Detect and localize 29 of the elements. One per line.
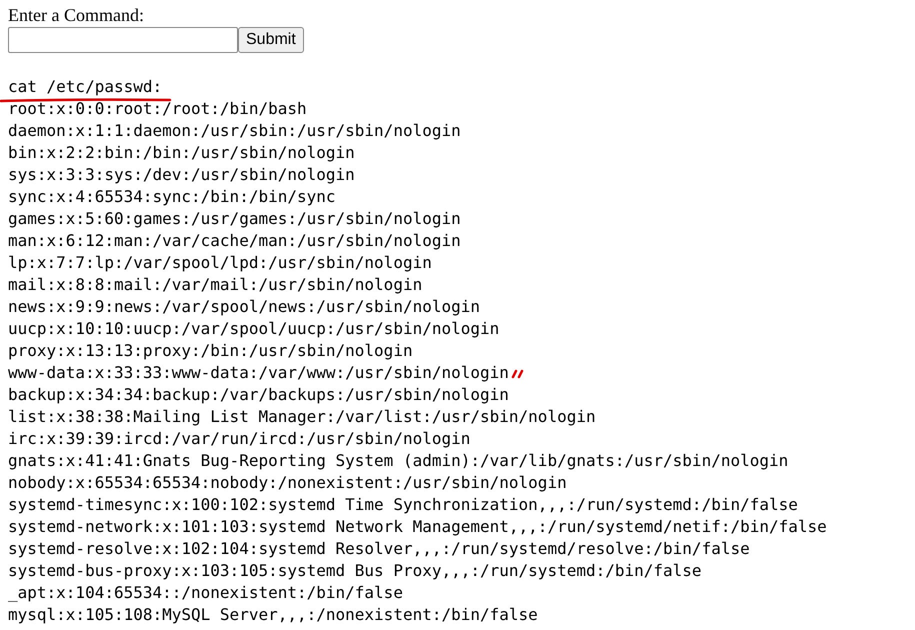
passwd-line: man:x:6:12:man:/var/cache/man:/usr/sbin/nologin — [8, 230, 461, 252]
passwd-line: irc:x:39:39:ircd:/var/run/ircd:/usr/sbin/nologin — [8, 428, 470, 450]
command-label: Enter a Command: — [8, 5, 144, 25]
passwd-line: sync:x:4:65534:sync:/bin:/bin/sync — [8, 186, 336, 208]
passwd-line: backup:x:34:34:backup:/var/backups:/usr/sbin/nologin — [8, 384, 509, 406]
passwd-line: root:x:0:0:root:/root:/bin/bash — [8, 98, 307, 120]
passwd-line: systemd-bus-proxy:x:103:105:systemd Bus Proxy,,,:/run/systemd:/bin/false — [8, 560, 702, 582]
passwd-line: uucp:x:10:10:uucp:/var/spool/uucp:/usr/sbin/nologin — [8, 318, 500, 340]
passwd-line: systemd-timesync:x:100:102:systemd Time Synchronization,,,:/run/systemd:/bin/false — [8, 494, 798, 516]
passwd-line: list:x:38:38:Mailing List Manager:/var/list:/usr/sbin/nologin — [8, 406, 596, 428]
passwd-line: lp:x:7:7:lp:/var/spool/lpd:/usr/sbin/nologin — [8, 252, 432, 274]
check-mark-annotation — [512, 370, 524, 378]
command-echo: cat /etc/passwd: — [8, 77, 162, 96]
passwd-line: _apt:x:104:65534::/nonexistent:/bin/false — [8, 582, 403, 604]
command-input[interactable] — [8, 27, 238, 53]
passwd-line: www-data:x:33:33:www-data:/var/www:/usr/sbin/nologin — [8, 362, 509, 384]
passwd-line: systemd-network:x:101:103:systemd Network Management,,,:/run/systemd/netif:/bin/false — [8, 516, 827, 538]
passwd-line: news:x:9:9:news:/var/spool/news:/usr/sbin/nologin — [8, 296, 480, 318]
submit-button[interactable]: Submit — [238, 27, 304, 53]
passwd-line: bin:x:2:2:bin:/bin:/usr/sbin/nologin — [8, 142, 355, 164]
passwd-line: nobody:x:65534:65534:nobody:/nonexistent:/usr/sbin/nologin — [8, 472, 567, 494]
passwd-line: games:x:5:60:games:/usr/games:/usr/sbin/nologin — [8, 208, 461, 230]
passwd-line: mail:x:8:8:mail:/var/mail:/usr/sbin/nologin — [8, 274, 422, 296]
passwd-line: gnats:x:41:41:Gnats Bug-Reporting System (admin):/var/lib/gnats:/usr/sbin/nologin — [8, 450, 788, 472]
passwd-line: mysql:x:105:108:MySQL Server,,,:/nonexistent:/bin/false — [8, 604, 538, 626]
passwd-line: proxy:x:13:13:proxy:/bin:/usr/sbin/nologin — [8, 340, 413, 362]
passwd-line: sys:x:3:3:sys:/dev:/usr/sbin/nologin — [8, 164, 355, 186]
passwd-line: daemon:x:1:1:daemon:/usr/sbin:/usr/sbin/nologin — [8, 120, 461, 142]
passwd-line: systemd-resolve:x:102:104:systemd Resolver,,,:/run/systemd/resolve:/bin/false — [8, 538, 750, 560]
